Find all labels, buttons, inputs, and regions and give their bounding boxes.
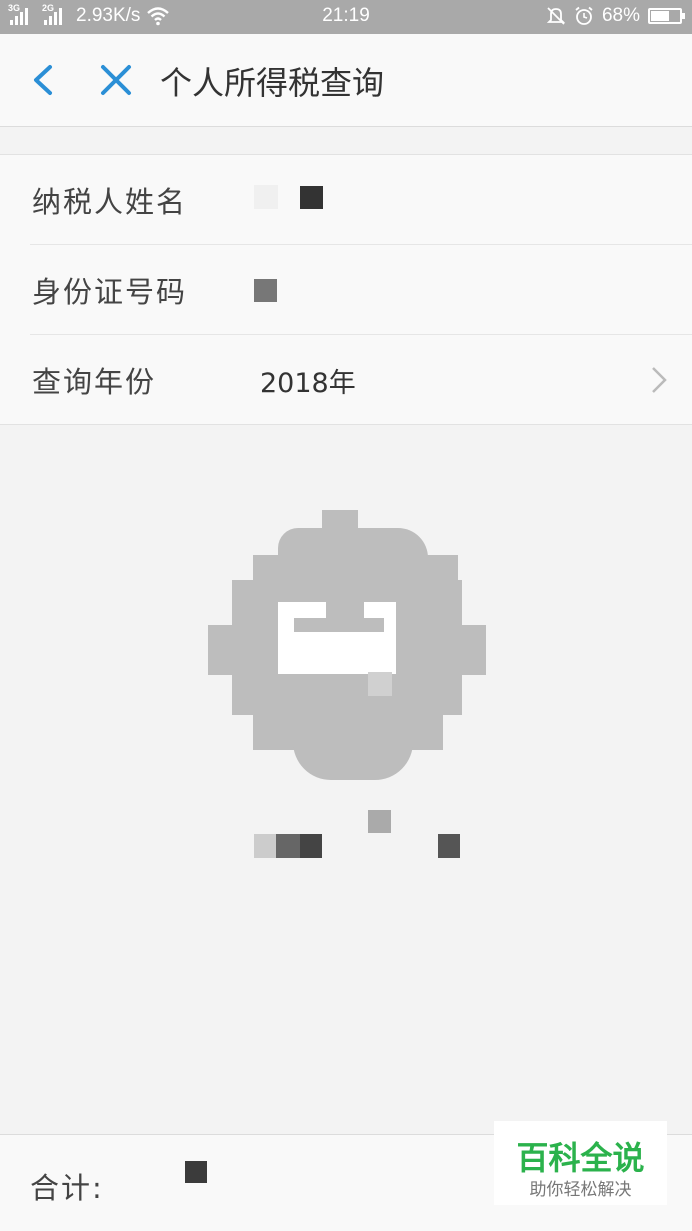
battery-icon xyxy=(648,8,685,24)
back-arrow-icon[interactable] xyxy=(24,60,64,100)
query-form: 纳税人姓名 身份证号码 查询年份 2018年 xyxy=(0,154,692,425)
mute-bell-icon xyxy=(546,7,566,25)
total-value-redacted xyxy=(185,1161,207,1183)
app-header: 个人所得税查询 xyxy=(0,34,692,127)
total-label: 合计: xyxy=(30,1171,104,1205)
clock: 21:19 xyxy=(322,5,370,26)
query-year-label: 查询年份 xyxy=(32,365,157,399)
id-number-value-redacted xyxy=(254,279,277,302)
emblem-caption-redacted xyxy=(220,810,470,860)
query-year-value: 2018年 xyxy=(260,368,356,399)
taxpayer-name-row[interactable]: 纳税人姓名 xyxy=(30,155,692,245)
watermark-subtitle: 助你轻松解决 xyxy=(529,1180,632,1200)
status-bar: 3G 2G 2.93K/s 21:19 68% xyxy=(0,0,692,34)
id-number-label: 身份证号码 xyxy=(32,275,188,309)
watermark-title: 百科全说 xyxy=(516,1139,645,1177)
chevron-right-icon xyxy=(652,367,667,393)
taxpayer-name-value-redacted-2 xyxy=(300,186,323,209)
page-title: 个人所得税查询 xyxy=(160,64,385,102)
query-year-row[interactable]: 查询年份 2018年 xyxy=(30,335,692,424)
alarm-icon xyxy=(575,6,593,25)
taxpayer-name-value-redacted xyxy=(254,185,278,209)
id-number-row[interactable]: 身份证号码 xyxy=(30,245,692,335)
taxpayer-name-label: 纳税人姓名 xyxy=(32,185,188,219)
baike-watermark-logo: 百科全说 助你轻松解决 xyxy=(494,1121,667,1205)
close-icon[interactable] xyxy=(96,60,136,100)
battery-percent: 68% xyxy=(601,5,640,26)
tax-emblem-image xyxy=(208,510,486,780)
